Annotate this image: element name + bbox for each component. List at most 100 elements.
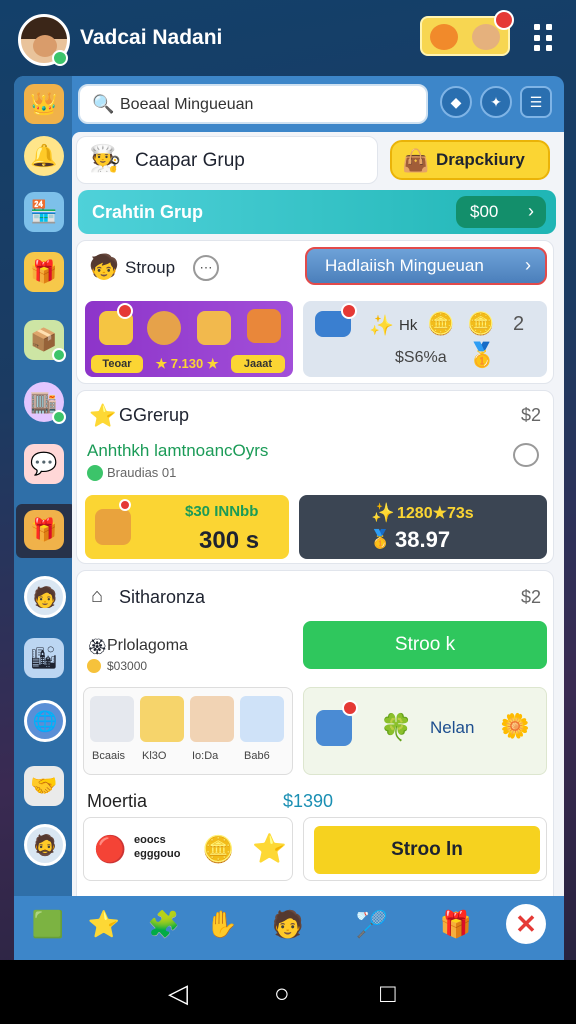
items-grid: Bcaais Kl3O Io:Da Bab6 bbox=[83, 687, 293, 775]
gift-icon[interactable]: 🎁 bbox=[438, 906, 474, 942]
search-icon: 🔍 bbox=[92, 94, 115, 114]
search-input[interactable]: 🔍 Boeaal Mingueuan bbox=[78, 84, 428, 124]
notification-dot bbox=[342, 700, 358, 716]
star-icon[interactable]: ⭐ bbox=[86, 906, 122, 942]
yellow-button-tile: Stroo ln bbox=[303, 817, 547, 881]
back-icon[interactable]: ◁ bbox=[168, 978, 188, 1009]
notification-dot bbox=[117, 303, 133, 319]
tag-icon: ⌂ bbox=[91, 585, 104, 607]
clover-icon: 🍀 bbox=[380, 712, 413, 742]
item-label: Kl3O bbox=[142, 750, 167, 762]
character-icon: 🧒 bbox=[89, 254, 119, 281]
character-icon bbox=[430, 24, 458, 50]
gold-icon: ✨ bbox=[371, 503, 395, 524]
ggroup-title: GGrerup bbox=[119, 405, 190, 425]
group-title: Caapar Grup bbox=[135, 150, 245, 171]
system-navigation-bar: ◁ ○ □ bbox=[0, 960, 576, 1024]
item-card[interactable] bbox=[140, 696, 184, 742]
bottom-nav: 🟩 ⭐ 🧩 ✋ 🧑 🏸 🎁 ✕ bbox=[14, 896, 564, 960]
sidebar-treasure-icon[interactable]: 🎁 bbox=[24, 510, 64, 550]
status-dot-icon bbox=[87, 465, 103, 481]
sidebar-globe-icon[interactable]: 🌐 bbox=[24, 700, 66, 742]
green-heading: Anhthkh lamtnoancOyrs bbox=[87, 441, 269, 460]
network-icon[interactable]: ✦ bbox=[480, 86, 512, 118]
sparkle-icon: ✨ bbox=[369, 315, 394, 337]
promo-tag: Jaaat bbox=[231, 355, 285, 373]
hadiah-button[interactable]: Hadlaiish Mingueuan › bbox=[305, 247, 547, 285]
promo-tile-grey[interactable]: ✨ Hk 🪙 🪙 2 $S6%a 🥇 bbox=[303, 301, 547, 377]
item-card[interactable] bbox=[240, 696, 284, 742]
gold-bar-icon: 🥇 bbox=[467, 342, 497, 369]
rewards-badge[interactable] bbox=[420, 10, 514, 56]
sidebar-hands-icon[interactable]: 🤝 bbox=[24, 766, 64, 806]
close-icon[interactable]: ✕ bbox=[506, 904, 546, 944]
sidebar-box-icon[interactable]: 📦 bbox=[24, 320, 66, 362]
stroup-card: 🧒 Stroup ⋯ Hadlaiish Mingueuan › Teoar ★… bbox=[76, 240, 554, 384]
bag-icon: 👜 bbox=[402, 148, 430, 173]
yellow-offer-tile[interactable]: $30 INNbb 300 s bbox=[85, 495, 289, 559]
sidebar: 👑 🔔 🏪 🎁 📦 🏬 💬 🎁 🧑 🏙 🌐 🤝 🧔 bbox=[14, 76, 76, 960]
item-card[interactable] bbox=[90, 696, 134, 742]
sidebar-gift-icon[interactable]: 🎁 bbox=[24, 252, 64, 292]
coin-icon: 🪙 bbox=[467, 311, 495, 336]
flower-icon: 🌼 bbox=[500, 713, 530, 740]
list-icon[interactable]: ☰ bbox=[520, 86, 552, 118]
coins-tile[interactable]: 🔴 eoocs egggouo 🪙 ⭐ bbox=[83, 817, 293, 881]
sidebar-bell-icon[interactable]: 🔔 bbox=[24, 136, 64, 176]
sidebar-avatar-1[interactable]: 🧑 bbox=[24, 576, 66, 618]
chevron-right-icon: › bbox=[528, 201, 534, 221]
nelan-tile[interactable]: 🍀 Nelan 🌼 bbox=[303, 687, 547, 775]
home-icon[interactable]: ○ bbox=[274, 978, 290, 1009]
coin-icon: 🪙 bbox=[202, 834, 235, 864]
basket-icon bbox=[95, 509, 131, 545]
character-icon: 🧑‍🍳 bbox=[89, 143, 122, 173]
settings-icon[interactable]: ◆ bbox=[440, 86, 472, 118]
yellow-action-button[interactable]: Stroo ln bbox=[314, 826, 540, 874]
sidebar-store-icon[interactable]: 🏬 bbox=[24, 382, 66, 424]
star-icon: ⭐ bbox=[89, 403, 117, 428]
top-bar: Vadcai Nadani bbox=[0, 0, 576, 78]
sidebar-building-icon[interactable]: 🏙 bbox=[24, 638, 64, 678]
notification-dot bbox=[494, 10, 514, 30]
friend-icon bbox=[472, 24, 500, 50]
green-action-button[interactable]: Stroo k bbox=[303, 621, 547, 669]
dark-offer-tile[interactable]: ✨ 1280★73s 🥇 38.97 bbox=[299, 495, 547, 559]
menu-icon[interactable] bbox=[532, 24, 556, 52]
group-banner[interactable]: Crahtin Grup $00 › bbox=[78, 190, 556, 234]
sidebar-avatar-2[interactable]: 🧔 bbox=[24, 824, 66, 866]
ggroup-card: ⭐ GGrerup $2 Anhthkh lamtnoancOyrs Braud… bbox=[76, 390, 554, 564]
coin-icon: 🪙 bbox=[427, 311, 455, 336]
character-icon[interactable]: 🧑 bbox=[270, 906, 306, 942]
character-icon bbox=[147, 311, 181, 345]
sidebar-hat-icon[interactable]: 👑 bbox=[24, 84, 64, 124]
chevron-right-icon: › bbox=[525, 255, 531, 275]
red-gem-icon: 🔴 bbox=[94, 834, 127, 864]
promo-value: ★ 7.130 ★ bbox=[155, 356, 219, 371]
promo-tag: Teoar bbox=[91, 355, 143, 373]
hand-icon[interactable]: ✋ bbox=[204, 906, 240, 942]
recents-icon[interactable]: □ bbox=[380, 978, 396, 1009]
ticket-icon bbox=[197, 311, 231, 345]
item-card[interactable] bbox=[190, 696, 234, 742]
username: Vadcai Nadani bbox=[80, 26, 223, 49]
banner-chip[interactable]: $00 › bbox=[456, 196, 546, 228]
chat-icon[interactable] bbox=[513, 443, 539, 467]
info-icon[interactable]: ⋯ bbox=[193, 255, 219, 281]
item-label: Io:Da bbox=[192, 750, 219, 762]
banner-title: Crahtin Grup bbox=[92, 202, 203, 222]
item-label: Bab6 bbox=[244, 750, 270, 762]
sidebar-message-icon[interactable]: 💬 bbox=[24, 444, 64, 484]
sidebar-shop-icon[interactable]: 🏪 bbox=[24, 192, 64, 232]
group-card[interactable]: 🧑‍🍳 Caapar Grup bbox=[76, 136, 378, 184]
promo-tile-purple[interactable]: Teoar ★ 7.130 ★ Jaaat bbox=[85, 301, 293, 377]
content-panel: 🧑‍🍳 Caapar Grup 👜 Drapckiury Crahtin Gru… bbox=[72, 132, 564, 960]
stroup-title: Stroup bbox=[125, 258, 176, 277]
flower-icon: 🏵 bbox=[87, 639, 108, 656]
dropdown-button[interactable]: 👜 Drapckiury bbox=[390, 140, 550, 180]
star-icon: ⭐ bbox=[252, 833, 287, 864]
chest-icon bbox=[247, 309, 281, 343]
gold-bar-icon: 🥇 bbox=[369, 529, 392, 549]
racket-icon[interactable]: 🏸 bbox=[354, 906, 390, 942]
cube-icon[interactable]: 🟩 bbox=[30, 906, 66, 942]
puzzle-icon[interactable]: 🧩 bbox=[146, 906, 182, 942]
